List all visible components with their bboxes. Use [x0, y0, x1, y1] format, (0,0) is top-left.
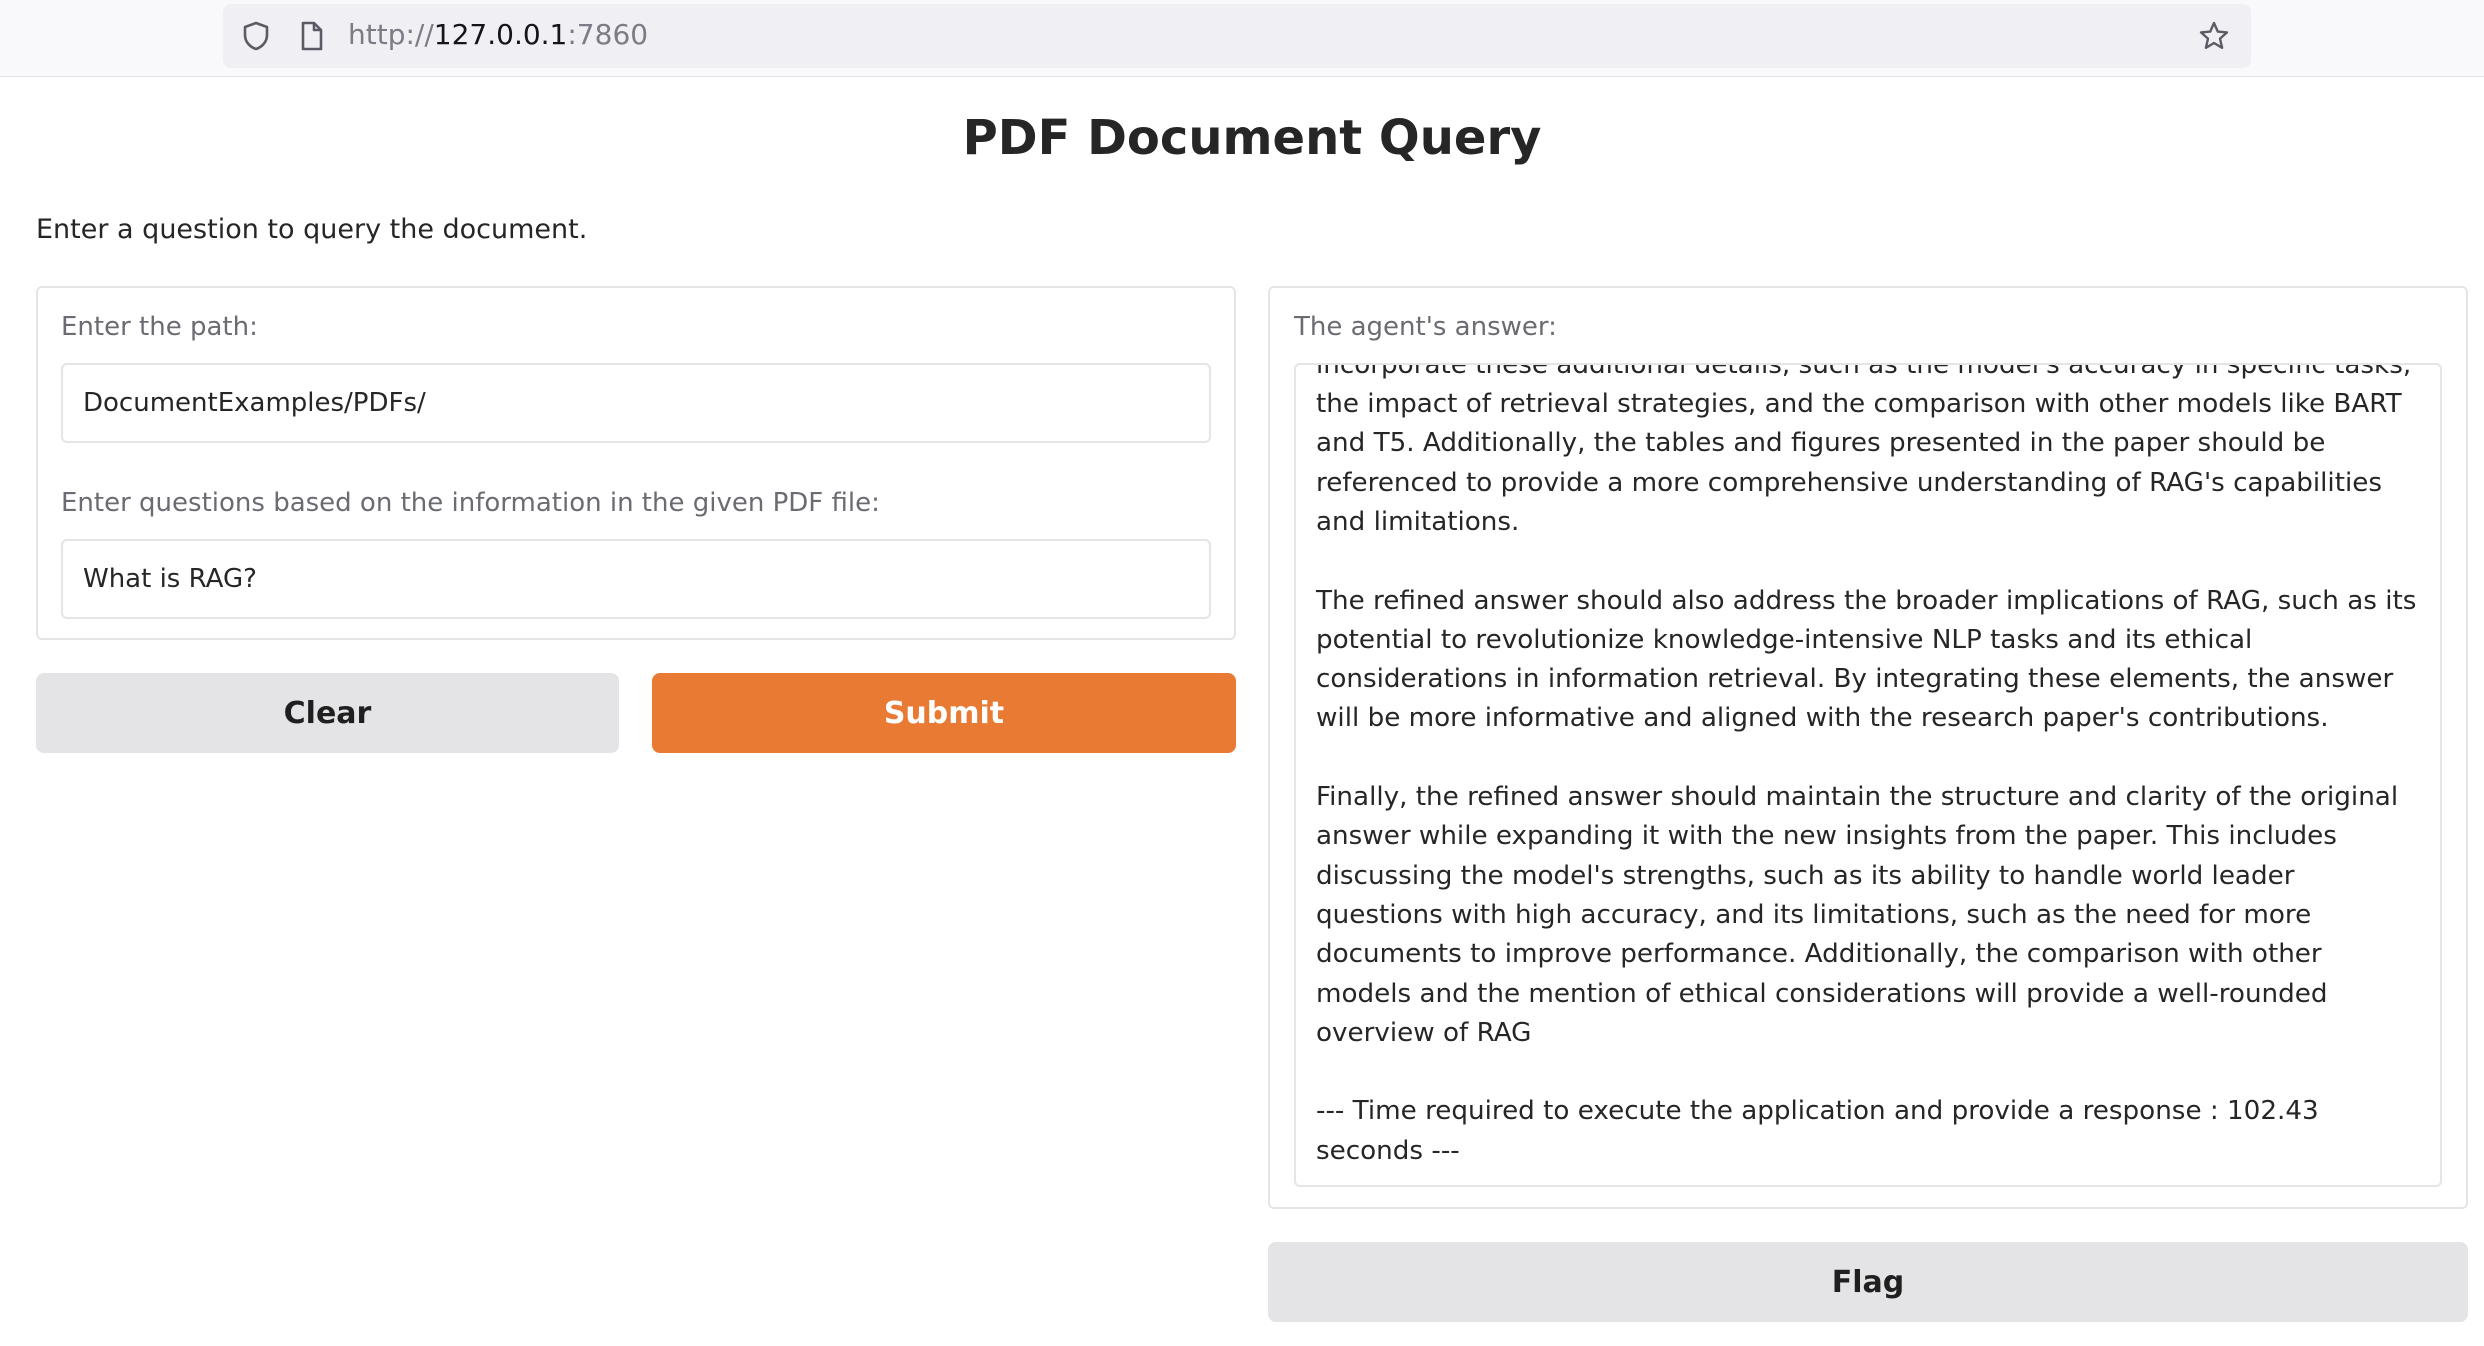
address-bar[interactable]: http://127.0.0.1:7860: [223, 4, 2251, 68]
path-label: Enter the path:: [61, 312, 258, 342]
url-port: :7860: [567, 18, 649, 51]
url-text[interactable]: http://127.0.0.1:7860: [348, 18, 648, 51]
path-input[interactable]: DocumentExamples/PDFs/: [61, 363, 1211, 443]
question-label: Enter questions based on the information…: [61, 488, 880, 518]
path-input-value: DocumentExamples/PDFs/: [83, 388, 426, 418]
submit-button[interactable]: Submit: [652, 673, 1236, 753]
question-input[interactable]: What is RAG?: [61, 539, 1211, 619]
shield-icon[interactable]: [240, 20, 272, 52]
star-icon[interactable]: [2198, 20, 2230, 52]
question-input-value: What is RAG?: [83, 564, 257, 594]
browser-toolbar: http://127.0.0.1:7860: [0, 0, 2484, 77]
page-title: PDF Document Query: [962, 110, 1542, 166]
answer-textbox[interactable]: components and advantages. However, the …: [1294, 363, 2442, 1187]
page-icon[interactable]: [295, 20, 327, 52]
clear-button[interactable]: Clear: [36, 673, 619, 753]
flag-button[interactable]: Flag: [1268, 1242, 2468, 1322]
answer-text: components and advantages. However, the …: [1316, 363, 2417, 1166]
answer-label: The agent's answer:: [1294, 312, 1557, 342]
url-host: 127.0.0.1: [433, 18, 568, 51]
page-description: Enter a question to query the document.: [36, 214, 588, 245]
url-prefix: http://: [348, 18, 434, 51]
